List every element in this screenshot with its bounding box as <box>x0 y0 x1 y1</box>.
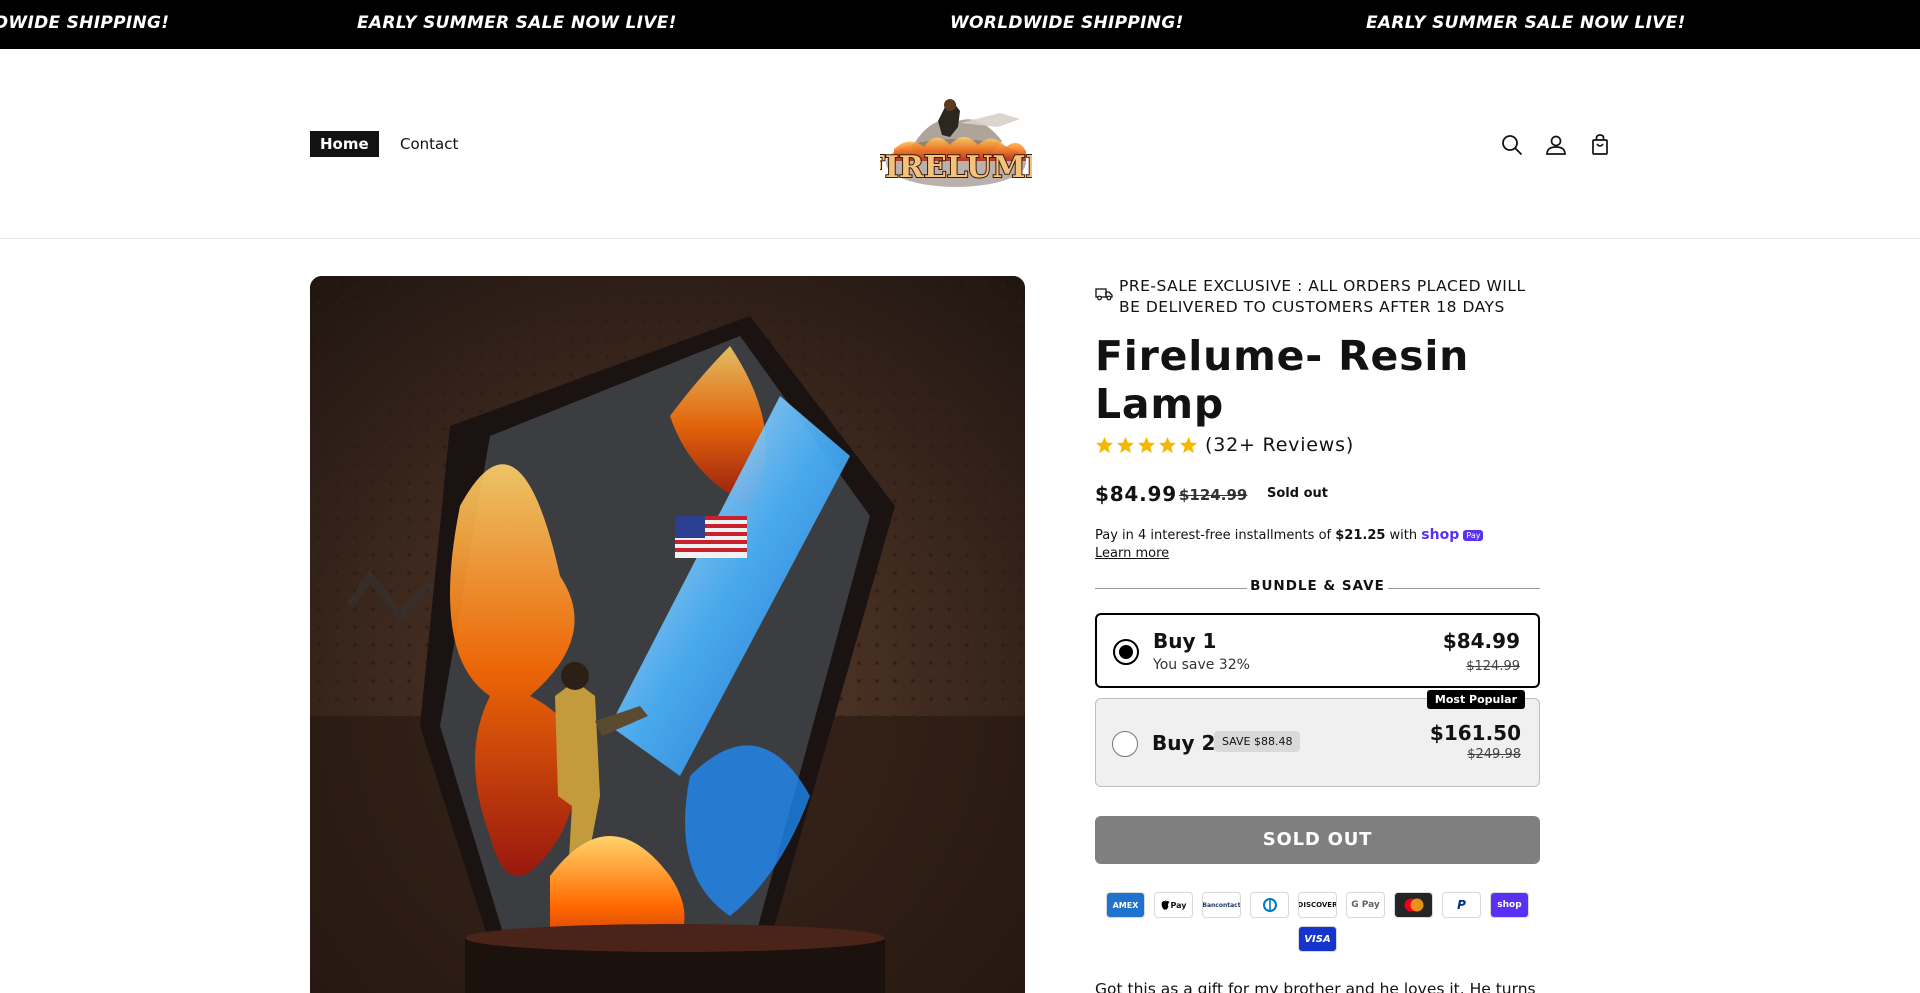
product-image[interactable] <box>310 276 1025 993</box>
bundle-option-buy-2[interactable]: Most Popular Buy 2 SAVE $88.48 $161.50 $… <box>1095 690 1540 787</box>
apple-icon <box>1162 899 1170 910</box>
sale-price: $84.99 <box>1095 482 1177 506</box>
most-popular-badge: Most Popular <box>1426 690 1525 709</box>
bundle-subtitle: You save 32% <box>1153 657 1250 673</box>
compare-price: $124.99 <box>1179 486 1248 504</box>
bundle-compare-price: $249.98 <box>1467 747 1521 762</box>
shop-pay-icon: shop <box>1490 892 1529 918</box>
shop-pay-badge: Pay <box>1463 530 1484 541</box>
reviews-count[interactable]: (32+ Reviews) <box>1205 434 1354 456</box>
product-title: Firelume- Resin Lamp <box>1095 332 1470 428</box>
shop-pay-logo: shop <box>1421 527 1460 543</box>
star-icon <box>1095 436 1114 454</box>
amex-icon: AMEX <box>1106 892 1145 918</box>
installments-text: Pay in 4 interest-free installments of $… <box>1095 527 1484 543</box>
diners-club-icon <box>1250 892 1289 918</box>
bancontact-icon: Bancontact <box>1202 892 1241 918</box>
truck-icon <box>1095 286 1113 301</box>
learn-more-link[interactable]: Learn more <box>1095 546 1169 561</box>
installment-amount: $21.25 <box>1335 528 1386 543</box>
bundle-label: Buy 2 <box>1152 731 1216 755</box>
star-icon <box>1179 436 1198 454</box>
cart-icon[interactable] <box>1586 131 1614 159</box>
bundle-title: BUNDLE & SAVE <box>1250 578 1385 594</box>
payment-icons: AMEX Pay Bancontact DISCOVER G Pay P sho… <box>1095 892 1540 952</box>
star-icon <box>1158 436 1177 454</box>
star-icon <box>1137 436 1156 454</box>
radio-selected[interactable] <box>1113 639 1139 665</box>
paypal-icon: P <box>1442 892 1481 918</box>
announcement-bar: DWIDE SHIPPING! EARLY SUMMER SALE NOW LI… <box>0 0 1920 49</box>
search-icon[interactable] <box>1498 131 1526 159</box>
announcement-item: DWIDE SHIPPING! <box>0 13 170 33</box>
save-badge: SAVE $88.48 <box>1214 731 1301 752</box>
sold-out-button[interactable]: SOLD OUT <box>1095 816 1540 864</box>
site-header: Home Contact FIRELUME <box>0 49 1920 239</box>
bundle-label: Buy 1 <box>1153 629 1217 653</box>
announcement-item: WORLDWIDE SHIPPING! <box>950 13 1184 33</box>
announcement-item: EARLY SUMMER SALE NOW LIVE! <box>357 13 677 33</box>
announcement-item: EARLY SUMMER SALE NOW LIVE! <box>1366 13 1686 33</box>
presale-notice: PRE-SALE EXCLUSIVE : ALL ORDERS PLACED W… <box>1095 276 1540 318</box>
nav-contact-link[interactable]: Contact <box>400 135 458 153</box>
bundle-price: $84.99 <box>1442 629 1520 653</box>
sold-out-badge: Sold out <box>1267 486 1328 501</box>
review-snippet: Got this as a gift for my brother and he… <box>1095 980 1536 993</box>
bundle-option-buy-1[interactable]: Buy 1 You save 32% $84.99 $124.99 <box>1095 613 1540 688</box>
google-pay-icon: G Pay <box>1346 892 1385 918</box>
visa-icon: VISA <box>1298 926 1337 952</box>
installments-prefix: Pay in 4 interest-free installments of <box>1095 528 1336 543</box>
account-icon[interactable] <box>1542 131 1570 159</box>
radio-unselected[interactable] <box>1112 731 1138 757</box>
apple-pay-icon: Pay <box>1154 892 1193 918</box>
discover-icon: DISCOVER <box>1298 892 1337 918</box>
apple-pay-label: Pay <box>1170 900 1187 910</box>
svg-text:FIRELUME: FIRELUME <box>880 150 1032 185</box>
star-icon <box>1116 436 1135 454</box>
rating-stars <box>1095 436 1198 455</box>
bundle-compare-price: $124.99 <box>1466 659 1520 674</box>
installments-with: with <box>1385 528 1422 543</box>
mastercard-icon <box>1394 892 1433 918</box>
bundle-price: $161.50 <box>1429 721 1521 745</box>
presale-text: PRE-SALE EXCLUSIVE : ALL ORDERS PLACED W… <box>1119 277 1526 316</box>
firelume-logo[interactable]: FIRELUME <box>863 91 1049 191</box>
nav-home-link[interactable]: Home <box>310 131 379 157</box>
